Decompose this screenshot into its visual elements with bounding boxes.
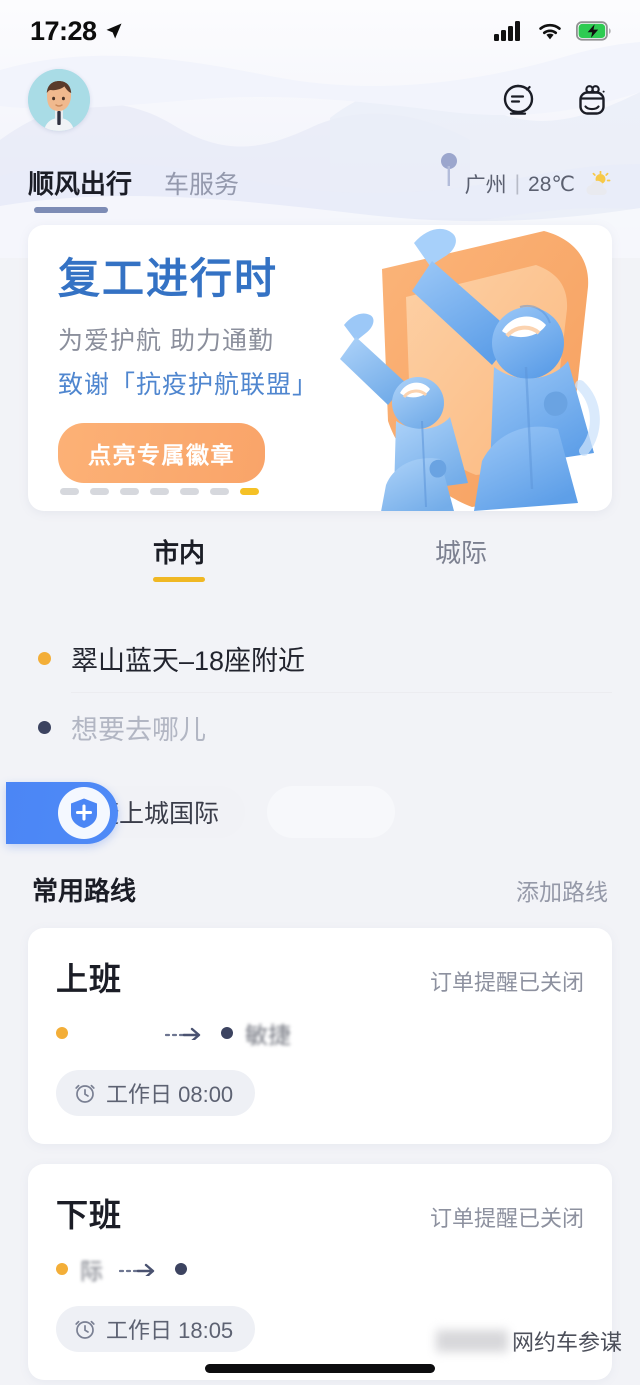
banner-dot-active[interactable] <box>240 488 259 495</box>
route-time-label: 工作日 18:05 <box>106 1318 234 1343</box>
route-destination-text <box>199 1256 222 1283</box>
route-time-chip: 工作日 18:05 <box>56 1306 256 1352</box>
banner-dot[interactable] <box>180 488 199 495</box>
suggestion-chip-blank[interactable] <box>267 786 396 838</box>
route-destination-dot-icon <box>221 1027 233 1039</box>
status-bar-left: 17:28 <box>30 16 123 47</box>
main-content: 复工进行时 为爱护航 助力通勤 致谢「抗疫护航联盟」 点亮专属徽章 市内 城际 … <box>0 225 640 1380</box>
route-name: 上班 <box>56 961 123 997</box>
banner-dot[interactable] <box>210 488 229 495</box>
route-card-header: 上班 订单提醒已关闭 <box>56 954 584 1000</box>
message-bubble-icon[interactable] <box>498 80 538 120</box>
banner-title: 复工进行时 <box>58 255 279 302</box>
weather-widget[interactable]: 广州 | 28℃ <box>465 169 612 213</box>
status-bar: 17:28 <box>0 0 640 62</box>
routes-title: 常用路线 <box>32 876 137 906</box>
app-header: 顺风出行 车服务 广州 | 28℃ <box>0 62 640 213</box>
route-origin-text: 际 <box>80 1258 103 1284</box>
avatar[interactable] <box>28 69 90 131</box>
routes-header: 常用路线 添加路线 <box>28 871 612 908</box>
banner-pagination-dots <box>60 488 259 495</box>
banner-cta-button[interactable]: 点亮专属徽章 <box>58 423 265 484</box>
weather-city: 广州 <box>464 174 507 197</box>
battery-charging-icon <box>576 21 611 41</box>
nav-tab-carpool[interactable]: 顺风出行 <box>28 164 132 213</box>
tab-intracity[interactable]: 市内 <box>38 533 320 582</box>
route-destination-dot-icon <box>175 1263 187 1275</box>
destination-placeholder: 想要去哪儿 <box>71 714 206 745</box>
route-origin-text <box>80 1020 149 1047</box>
alarm-clock-icon <box>75 1320 95 1339</box>
route-time-chip: 工作日 08:00 <box>56 1070 256 1116</box>
origin-text: 翠山蓝天–18座附近 <box>71 645 306 676</box>
origin-row[interactable]: 翠山蓝天–18座附近 <box>28 624 612 692</box>
dotted-arrow-icon <box>165 1026 205 1040</box>
banner-dot[interactable] <box>120 488 139 495</box>
route-card-header: 下班 订单提醒已关闭 <box>56 1190 584 1236</box>
header-icons <box>498 80 612 120</box>
address-block: 翠山蓝天–18座附近 想要去哪儿 <box>28 624 612 761</box>
destination-dot-icon <box>38 720 51 734</box>
destination-row[interactable]: 想要去哪儿 <box>28 693 612 761</box>
status-bar-right <box>494 20 612 42</box>
alarm-clock-icon <box>75 1084 95 1103</box>
frequent-routes-section: 常用路线 添加路线 上班 订单提醒已关闭 敏捷 工作日 08:00 下班 订单提… <box>28 871 612 1380</box>
route-name: 下班 <box>56 1197 123 1233</box>
suggestion-chip-row: 捷上城国际 <box>6 777 612 847</box>
weather-temperature: 28℃ <box>528 172 575 196</box>
status-time: 17:28 <box>30 15 97 46</box>
banner-subtitle-1: 为爱护航 助力通勤 <box>58 327 274 356</box>
route-destination-text: 敏捷 <box>245 1022 291 1048</box>
weather-divider: | <box>514 172 521 195</box>
route-path: 敏捷 <box>56 1018 584 1048</box>
wifi-icon <box>539 23 561 40</box>
nav-tabs: 顺风出行 车服务 <box>28 164 239 213</box>
shield-plus-icon <box>71 798 97 828</box>
gift-bag-icon[interactable] <box>572 80 612 120</box>
add-route-button[interactable]: 添加路线 <box>516 873 608 907</box>
banner-subtitle-2: 致谢「抗疫护航联盟」 <box>58 371 319 400</box>
route-reminder-status: 订单提醒已关闭 <box>429 970 584 995</box>
route-origin-dot-icon <box>56 1263 68 1275</box>
banner-text-block: 复工进行时 为爱护航 助力通勤 致谢「抗疫护航联盟」 点亮专属徽章 <box>28 225 612 484</box>
watermark-blurred-logo <box>435 1330 508 1352</box>
sun-behind-cloud-icon <box>586 171 611 195</box>
banner-dot[interactable] <box>90 488 109 495</box>
route-reminder-status: 订单提醒已关闭 <box>429 1206 584 1231</box>
home-indicator[interactable] <box>205 1364 435 1373</box>
nav-tab-car-service[interactable]: 车服务 <box>164 165 239 213</box>
route-origin-dot-icon <box>56 1027 68 1039</box>
safety-badge-button[interactable] <box>6 782 118 844</box>
cellular-signal-icon <box>494 21 520 41</box>
banner-dot[interactable] <box>150 488 169 495</box>
route-path: 际 <box>56 1254 584 1284</box>
promo-banner[interactable]: 复工进行时 为爱护航 助力通勤 致谢「抗疫护航联盟」 点亮专属徽章 <box>28 225 612 511</box>
segment-tabs: 市内 城际 <box>28 533 612 582</box>
tab-intercity[interactable]: 城际 <box>320 533 602 582</box>
header-bottom-row: 顺风出行 车服务 广州 | 28℃ <box>28 138 612 213</box>
origin-dot-icon <box>38 651 51 665</box>
dotted-arrow-icon <box>119 1262 159 1276</box>
banner-dot[interactable] <box>60 488 79 495</box>
header-top-row <box>28 62 612 138</box>
badge-circle <box>58 787 110 839</box>
watermark: 网约车参谋 <box>435 1325 622 1357</box>
route-card[interactable]: 上班 订单提醒已关闭 敏捷 工作日 08:00 <box>28 928 612 1144</box>
route-time-label: 工作日 08:00 <box>106 1082 234 1107</box>
watermark-text: 网约车参谋 <box>511 1330 622 1355</box>
location-arrow-icon <box>106 23 122 39</box>
